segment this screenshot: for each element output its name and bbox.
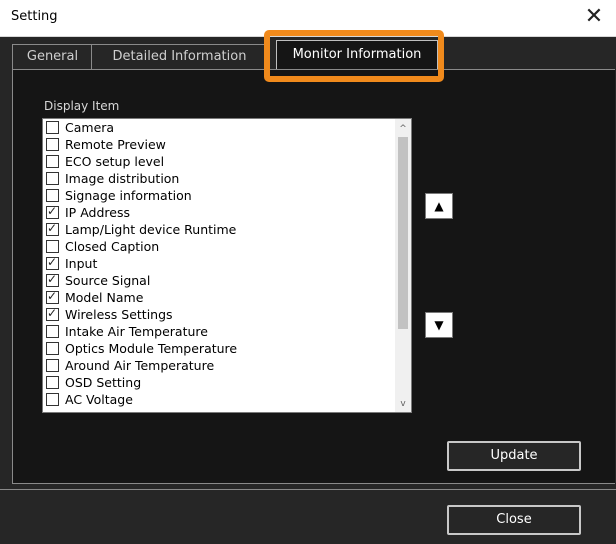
list-item[interactable]: AC Voltage: [43, 391, 396, 408]
list-item[interactable]: Signage information: [43, 187, 396, 204]
checkbox[interactable]: [46, 342, 59, 355]
close-button[interactable]: Close: [447, 505, 581, 535]
list-item-label: Image distribution: [65, 171, 180, 186]
list-item[interactable]: ✓ Model Name: [43, 289, 396, 306]
list-item-label: Remote Preview: [65, 137, 166, 152]
checkbox[interactable]: [46, 359, 59, 372]
checkbox[interactable]: [46, 325, 59, 338]
checkbox[interactable]: [46, 189, 59, 202]
checkbox[interactable]: [46, 393, 59, 406]
checkmark-icon: ✓: [47, 255, 58, 269]
list-item-label: Intake Air Temperature: [65, 324, 208, 339]
checkbox[interactable]: [46, 155, 59, 168]
list-item-label: IP Address: [65, 205, 130, 220]
tab-monitor-information[interactable]: Monitor Information: [276, 40, 438, 71]
list-item-label: Wireless Settings: [65, 307, 173, 322]
up-triangle-icon: ▲: [434, 199, 444, 213]
list-item[interactable]: Around Air Temperature: [43, 357, 396, 374]
checkbox[interactable]: [46, 240, 59, 253]
scroll-down-arrow[interactable]: v: [395, 396, 411, 412]
list-item[interactable]: Optics Module Temperature: [43, 340, 396, 357]
close-icon[interactable]: ✕: [580, 3, 608, 31]
list-item[interactable]: OSD Setting: [43, 374, 396, 391]
list-item[interactable]: Intake Air Temperature: [43, 323, 396, 340]
settings-window: Setting ✕ General Detailed Information M…: [0, 0, 616, 544]
list-item-label: Signage information: [65, 188, 192, 203]
list-item-label: Closed Caption: [65, 239, 160, 254]
scroll-up-arrow[interactable]: ^: [395, 121, 411, 137]
checkbox[interactable]: [46, 172, 59, 185]
checkbox[interactable]: [46, 121, 59, 134]
checkbox[interactable]: [46, 376, 59, 389]
list-item-label: OSD Setting: [65, 375, 142, 390]
list-item-label: ECO setup level: [65, 154, 165, 169]
update-button[interactable]: Update: [447, 441, 581, 471]
checkmark-icon: ✓: [47, 272, 58, 286]
checkbox[interactable]: ✓: [46, 255, 59, 270]
list-item-label: Source Signal: [65, 273, 151, 288]
list-item[interactable]: Closed Caption: [43, 238, 396, 255]
checkbox[interactable]: ✓: [46, 272, 59, 287]
move-down-button[interactable]: ▼: [425, 312, 453, 338]
checkbox[interactable]: ✓: [46, 221, 59, 236]
list-item[interactable]: ✓ IP Address: [43, 204, 396, 221]
tab-general[interactable]: General: [12, 44, 93, 69]
list-item[interactable]: Remote Preview: [43, 136, 396, 153]
window-title: Setting: [11, 9, 58, 24]
display-item-label: Display Item: [44, 99, 120, 113]
checkmark-icon: ✓: [47, 289, 58, 303]
footer-divider: [0, 489, 616, 490]
list-item[interactable]: Image distribution: [43, 170, 396, 187]
checkmark-icon: ✓: [47, 221, 58, 235]
down-triangle-icon: ▼: [434, 318, 444, 332]
title-bar: Setting ✕: [0, 0, 616, 37]
checkbox[interactable]: ✓: [46, 204, 59, 219]
tab-detailed-information[interactable]: Detailed Information: [91, 44, 268, 69]
list-item[interactable]: ✓ Source Signal: [43, 272, 396, 289]
list-item-label: Optics Module Temperature: [65, 341, 238, 356]
list-item[interactable]: ✓ Wireless Settings: [43, 306, 396, 323]
list-item-label: AC Voltage: [65, 392, 133, 407]
list-item-label: Around Air Temperature: [65, 358, 215, 373]
list-item[interactable]: Camera: [43, 119, 396, 136]
checkbox[interactable]: ✓: [46, 306, 59, 321]
list-item[interactable]: ✓ Lamp/Light device Runtime: [43, 221, 396, 238]
checkbox[interactable]: [46, 138, 59, 151]
checkmark-icon: ✓: [47, 306, 58, 320]
move-up-button[interactable]: ▲: [425, 193, 453, 219]
list-item[interactable]: ECO setup level: [43, 153, 396, 170]
list-item-label: Input: [65, 256, 98, 271]
checkbox[interactable]: ✓: [46, 289, 59, 304]
list-scrollbar[interactable]: ^ v: [395, 119, 411, 412]
list-item-label: Lamp/Light device Runtime: [65, 222, 237, 237]
list-item-label: Model Name: [65, 290, 144, 305]
list-item[interactable]: ✓ Input: [43, 255, 396, 272]
checkmark-icon: ✓: [47, 204, 58, 218]
list-item-label: Camera: [65, 120, 115, 135]
display-item-list[interactable]: ^ v Camera Remote Preview ECO setup level I…: [42, 118, 412, 413]
scroll-thumb[interactable]: [398, 137, 408, 329]
